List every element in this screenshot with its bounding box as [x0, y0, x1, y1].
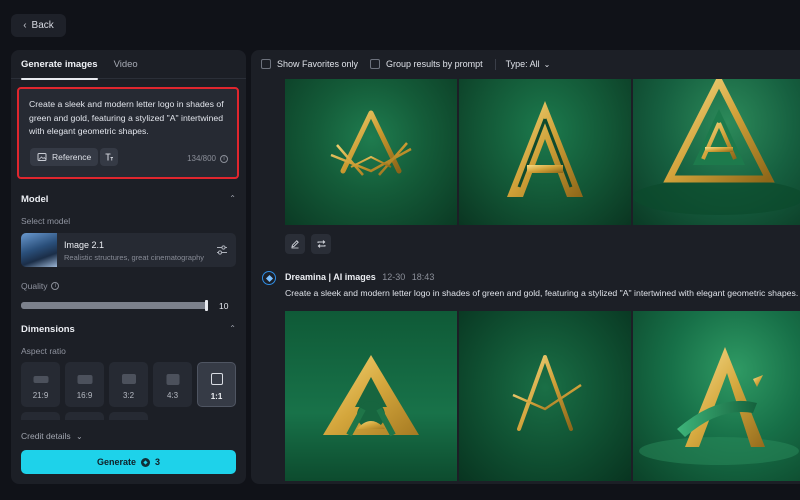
generate-label: Generate [96, 457, 136, 467]
quality-slider[interactable] [21, 300, 208, 311]
dreamina-logo-icon [262, 271, 276, 285]
char-counter: 134/800 i [187, 154, 228, 163]
prompt-text[interactable]: Create a sleek and modern letter logo in… [29, 98, 227, 139]
results-panel: Show Favorites only Group results by pro… [251, 50, 800, 484]
ratio-shape-icon [33, 376, 48, 383]
quality-label-row: Quality i [21, 281, 60, 291]
credit-details-toggle[interactable]: Credit details ⌄ [21, 431, 83, 441]
aspect-ratio-label: Aspect ratio [21, 346, 66, 356]
results-toolbar: Show Favorites only Group results by pro… [251, 50, 800, 78]
dimensions-heading: Dimensions [21, 324, 75, 335]
ratio-shape-icon [121, 374, 136, 384]
quality-slider-fill [21, 302, 208, 309]
result-image[interactable] [285, 311, 457, 481]
quality-info-icon[interactable]: i [51, 282, 60, 290]
model-description: Realistic structures, great cinematograp… [64, 253, 205, 262]
sliders-settings-icon[interactable] [216, 244, 228, 256]
chevron-down-icon: ⌄ [543, 59, 551, 69]
checkbox-icon[interactable] [370, 59, 381, 69]
model-name: Image 2.1 [64, 240, 105, 250]
quality-value: 10 [219, 301, 229, 311]
result-image[interactable] [633, 311, 800, 481]
back-label: Back [31, 20, 54, 31]
ratio-option-more[interactable] [65, 412, 104, 420]
ratio-option-1-1[interactable]: 1:1 [197, 362, 236, 407]
quality-slider-handle[interactable] [205, 300, 208, 311]
entry-time: 18:43 [411, 272, 435, 282]
favorites-filter[interactable]: Show Favorites only [261, 59, 358, 69]
gold-letter-a-logo [330, 110, 412, 176]
generate-cost: 3 [155, 457, 161, 467]
checkbox-icon[interactable] [261, 59, 271, 69]
ratio-label: 1:1 [210, 392, 223, 401]
reference-label: Reference [52, 152, 92, 162]
result-image-row [285, 79, 800, 225]
chevron-up-icon[interactable]: ⌃ [229, 324, 236, 333]
tab-generate-images[interactable]: Generate images [21, 50, 98, 80]
group-by-prompt-filter[interactable]: Group results by prompt [370, 59, 483, 69]
gold-letter-a-logo [507, 101, 583, 197]
model-thumbnail [21, 233, 57, 267]
info-icon[interactable]: i [220, 154, 228, 163]
image-reference-icon [37, 153, 47, 161]
type-label: Type: All [505, 59, 540, 69]
gold-letter-a-logo [633, 79, 800, 215]
ratio-shape-icon [166, 374, 179, 385]
edit-button[interactable] [285, 234, 305, 254]
chevron-down-icon: ⌄ [75, 432, 83, 441]
text-style-button[interactable] [100, 148, 118, 166]
quality-label: Quality [21, 281, 48, 291]
select-model-label: Select model [21, 216, 71, 226]
ratio-option-21-9[interactable]: 21:9 [21, 362, 60, 407]
chevron-left-icon: ‹ [23, 20, 27, 31]
reference-button[interactable]: Reference [30, 148, 99, 166]
credit-coin-icon [141, 457, 150, 467]
ratio-option-more[interactable] [21, 412, 60, 420]
ratio-shape-icon [77, 375, 92, 384]
gold-letter-a-logo [323, 355, 419, 437]
ratio-label: 4:3 [166, 391, 179, 400]
prompt-input[interactable]: Create a sleek and modern letter logo in… [17, 87, 239, 179]
entry-prompt[interactable]: Create a sleek and modern letter logo in… [285, 288, 798, 298]
model-heading: Model [21, 194, 49, 205]
mode-tabs: Generate images Video [11, 50, 246, 80]
char-count: 134/800 [187, 154, 216, 163]
regenerate-button[interactable] [311, 234, 331, 254]
chevron-up-icon[interactable]: ⌃ [229, 194, 236, 203]
type-filter-dropdown[interactable]: Type: All ⌄ [506, 59, 551, 69]
ratio-option-more[interactable] [109, 412, 148, 420]
toolbar-divider [494, 58, 496, 70]
result-image[interactable] [633, 79, 800, 225]
entry-header: Dreamina | AI images 12-30 18:43 [285, 272, 434, 282]
group-label: Group results by prompt [386, 59, 483, 69]
ratio-option-3-2[interactable]: 3:2 [109, 362, 148, 407]
ratio-label: 21:9 [32, 391, 49, 400]
gold-letter-a-logo [639, 347, 799, 465]
entry-title: Dreamina | AI images [285, 272, 376, 282]
ratio-option-4-3[interactable]: 4:3 [153, 362, 192, 407]
result-image[interactable] [285, 79, 457, 225]
ratio-label: 16:9 [76, 391, 93, 400]
entry-date: 12-30 [382, 272, 406, 282]
pencil-icon [291, 240, 299, 249]
tab-video[interactable]: Video [114, 50, 138, 79]
repeat-icon [317, 240, 325, 248]
ratio-shape-icon [210, 373, 223, 385]
credit-label: Credit details [21, 431, 71, 441]
back-button[interactable]: ‹ Back [11, 14, 66, 37]
favorites-label: Show Favorites only [277, 59, 359, 69]
ratio-option-16-9[interactable]: 16:9 [65, 362, 104, 407]
generate-button[interactable]: Generate 3 [21, 450, 236, 474]
result-image[interactable] [459, 79, 631, 225]
gold-letter-a-logo [512, 355, 582, 431]
model-selector[interactable]: Image 2.1 Realistic structures, great ci… [21, 233, 236, 267]
result-image-row [285, 311, 800, 481]
result-image[interactable] [459, 311, 631, 481]
ratio-label: 3:2 [122, 391, 135, 400]
text-format-icon [105, 153, 113, 161]
generation-panel: Generate images Video Create a sleek and… [11, 50, 246, 484]
